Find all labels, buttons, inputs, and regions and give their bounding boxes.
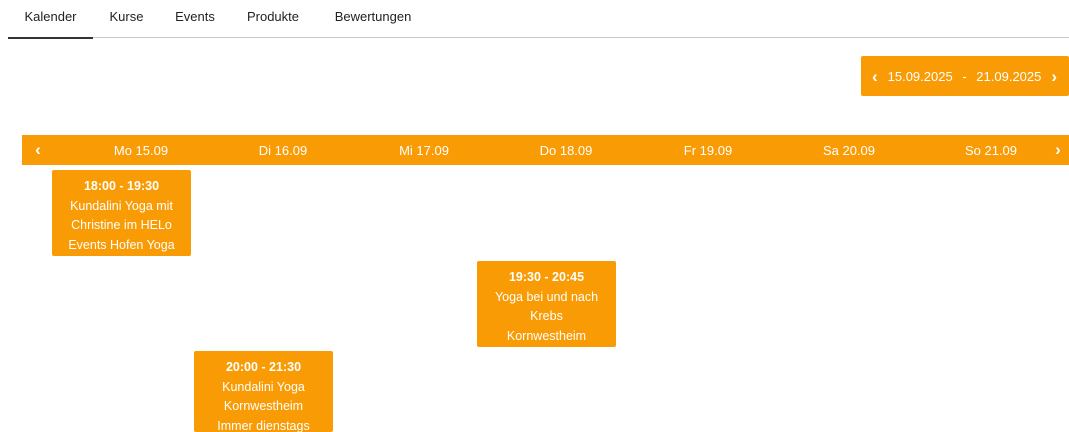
event-title-line: Immer dienstags [217,418,310,432]
range-end: 21.09.2025 [976,68,1042,84]
tab-bewertungen[interactable]: Bewertungen [328,9,418,38]
day-header-di: Di 16.09 [258,142,308,158]
tab-kurse[interactable]: Kurse [104,9,149,38]
event-title-line: Kundalini Yoga mit [70,198,173,213]
day-header-mi: Mi 17.09 [399,142,449,158]
range-start: 15.09.2025 [887,68,953,84]
chevron-left-icon[interactable]: ‹ [872,68,878,85]
event-title-line: Kundalini Yoga [222,379,305,394]
tab-bar: Kalender Kurse Events Produkte Bewertung… [8,0,1069,39]
event-time: 19:30 - 20:45 [508,270,585,284]
chevron-left-icon: ‹ [35,140,41,159]
date-range-picker[interactable]: ‹ 15.09.2025 - 21.09.2025 › [861,56,1069,96]
tab-events[interactable]: Events [171,9,219,38]
calendar-page: Kalender Kurse Events Produkte Bewertung… [0,0,1069,432]
week-day-bar: ‹ Mo 15.09 Di 16.09 Mi 17.09 Do 18.09 Fr… [22,135,1069,165]
day-header-fr: Fr 19.09 [683,142,733,158]
event-title-line: Krebs [530,309,563,323]
event-title-line: Christine im HELo [71,218,172,232]
date-range-label: 15.09.2025 - 21.09.2025 [888,69,1042,84]
tab-produkte[interactable]: Produkte [242,9,304,38]
event-time: 20:00 - 21:30 [225,360,302,374]
event-card[interactable]: 18:00 - 19:30 Kundalini Yoga mit Christi… [52,170,191,256]
event-title-line: Events Hofen Yoga [68,237,175,252]
range-separator: - [962,68,967,84]
event-title-line: Kornwestheim [223,399,304,413]
chevron-right-icon[interactable]: › [1051,68,1057,85]
day-header-so: So 21.09 [964,142,1018,158]
event-time: 18:00 - 19:30 [83,179,160,193]
chevron-right-icon: › [1055,140,1061,159]
event-title-line: Yoga bei und nach [494,289,599,304]
day-header-mo: Mo 15.09 [113,142,169,158]
tab-kalender[interactable]: Kalender [8,9,93,39]
day-header-do: Do 18.09 [539,142,593,158]
day-header-sa: Sa 20.09 [822,142,876,158]
next-week-button[interactable]: › [1044,135,1069,165]
prev-week-button[interactable]: ‹ [24,135,52,165]
event-card[interactable]: 19:30 - 20:45 Yoga bei und nach Krebs Ko… [477,261,616,347]
event-title-line: Kornwestheim [506,328,587,343]
event-card[interactable]: 20:00 - 21:30 Kundalini Yoga Kornwesthei… [194,351,333,432]
